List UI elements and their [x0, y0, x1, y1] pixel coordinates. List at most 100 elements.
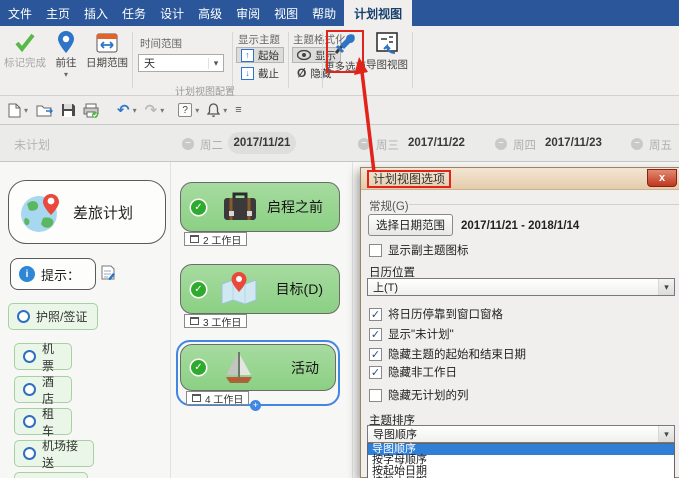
tab-plan-view[interactable]: 计划视图	[344, 0, 413, 26]
subtopic-airport-transfer[interactable]: 机场接送	[14, 439, 94, 470]
checkbox-row[interactable]: 显示"未计划"	[369, 326, 454, 342]
ribbon-separator	[132, 32, 133, 88]
subtopic-label: 机票	[42, 341, 55, 373]
subtopic-partial[interactable]	[14, 472, 88, 478]
add-topic-handle[interactable]: +	[250, 400, 261, 411]
collapse-day-button[interactable]: −	[631, 138, 643, 150]
subtopic-label: 护照/签证	[36, 310, 88, 324]
menu-review[interactable]: 审阅	[230, 0, 266, 26]
mark-done-button[interactable]: 标记完成	[2, 31, 48, 70]
notes-attachment-icon[interactable]	[101, 265, 115, 280]
card-destination[interactable]: ✓ 目标(D)	[180, 264, 340, 314]
caret-down-icon: ▾	[223, 105, 228, 115]
map-view-button[interactable]: 导图视图	[366, 31, 408, 72]
sort-options-list: 导图顺序 按字母顺序 按起始日期 按截止日期	[367, 443, 675, 478]
print-button[interactable]	[83, 103, 99, 118]
progress-ring-icon	[23, 350, 36, 363]
checkbox-label: 显示副主题图标	[388, 245, 469, 257]
menu-design[interactable]: 设计	[154, 0, 190, 26]
undo-button[interactable]: ↶ ▾	[117, 101, 137, 119]
info-icon: i	[19, 266, 35, 282]
checkbox[interactable]	[369, 307, 382, 321]
menu-help[interactable]: 帮助	[306, 0, 342, 26]
select-date-range-button[interactable]: 选择日期范围	[368, 214, 453, 236]
start-arrow-icon: ↑	[241, 48, 254, 62]
notifications-button[interactable]: ▾	[207, 103, 227, 117]
menu-advanced[interactable]: 高级	[192, 0, 228, 26]
pin-icon	[58, 31, 74, 53]
date-label[interactable]: 2017/11/22	[408, 137, 465, 149]
collapse-day-button[interactable]: −	[495, 138, 507, 150]
redo-icon: ↷	[144, 102, 158, 119]
duration-label: 3 工作日	[203, 317, 242, 329]
checkbox-label: 隐藏无计划的列	[388, 390, 469, 402]
date-label[interactable]: 2017/11/23	[545, 137, 602, 149]
plan-view-options-dialog: 计划视图选项 x 常规(G) 选择日期范围 2017/11/21 - 2018/…	[360, 167, 679, 478]
date-pill-selected[interactable]: 2017/11/21	[228, 132, 296, 154]
menu-insert[interactable]: 插入	[78, 0, 114, 26]
checkbox[interactable]	[369, 347, 382, 361]
map-view-icon	[376, 32, 398, 54]
annotation-box-more-options	[326, 30, 364, 73]
day-label: 周二	[200, 140, 223, 152]
collapse-day-button[interactable]: −	[182, 138, 194, 150]
save-button[interactable]	[61, 103, 76, 117]
menu-task[interactable]: 任务	[116, 0, 152, 26]
checkbox[interactable]	[369, 327, 382, 341]
subtopic-passport[interactable]: 护照/签证	[8, 303, 98, 330]
central-topic-label: 差旅计划	[73, 204, 134, 222]
checkbox-row[interactable]: 隐藏无计划的列	[369, 387, 469, 403]
topic-sort-select[interactable]: 导图顺序 ▾	[367, 425, 675, 443]
menu-file[interactable]: 文件	[2, 0, 38, 26]
briefcase-icon	[224, 192, 256, 220]
start-toggle-button[interactable]: ↑ 起始	[236, 47, 284, 63]
checkbox[interactable]	[369, 365, 382, 379]
time-range-select[interactable]: 天 ▾	[138, 54, 224, 72]
duration-tag: 3 工作日	[184, 314, 248, 329]
caret-down-icon: ▾	[195, 105, 200, 115]
close-button[interactable]: x	[647, 169, 677, 187]
checkbox-row[interactable]: 隐藏主题的起始和结束日期	[369, 346, 526, 362]
hide-icon: Ø	[297, 66, 307, 80]
goto-button[interactable]: 前往 ▾	[48, 31, 84, 79]
help-button[interactable]: ? ▾	[178, 103, 199, 117]
checkbox-row[interactable]: 将日历停靠到窗口窗格	[369, 306, 503, 322]
note-topic[interactable]: i 提示：	[10, 258, 96, 290]
checkbox[interactable]	[369, 243, 382, 257]
card-activities[interactable]: ✓ 活动	[180, 344, 336, 391]
start-label: 起始	[258, 49, 279, 62]
end-toggle-button[interactable]: ↓ 截止	[236, 65, 284, 81]
checkbox-row[interactable]: 显示副主题图标	[369, 242, 469, 258]
mark-done-label: 标记完成	[4, 57, 46, 69]
done-check-icon: ✓	[191, 281, 206, 297]
end-arrow-icon: ↓	[241, 66, 254, 80]
checkbox[interactable]	[369, 388, 382, 402]
menu-view[interactable]: 视图	[268, 0, 304, 26]
checkbox-row[interactable]: 隐藏非工作日	[369, 364, 457, 380]
date-range-label: 日期范围	[86, 57, 128, 69]
open-file-button[interactable]	[36, 103, 54, 117]
caret-down-icon: ▾	[160, 105, 165, 115]
progress-ring-icon	[23, 447, 36, 460]
central-topic[interactable]: 差旅计划	[8, 180, 166, 244]
subtopic-car-rental[interactable]: 租车	[14, 407, 72, 438]
undo-icon: ↶	[117, 102, 130, 119]
open-folder-icon	[36, 105, 54, 117]
menu-home[interactable]: 主页	[40, 0, 76, 26]
subtopic-hotel[interactable]: 酒店	[14, 375, 72, 406]
subtopic-label: 酒店	[42, 374, 55, 406]
caret-down-icon: ▾	[658, 426, 674, 442]
dialog-title-bar[interactable]: 计划视图选项 x	[361, 168, 679, 190]
card-before-departure[interactable]: ✓ 启程之前	[180, 182, 340, 232]
calendar-range-icon	[96, 33, 118, 53]
subtopic-flight[interactable]: 机票	[14, 342, 72, 373]
calendar-position-select[interactable]: 上(T) ▾	[367, 278, 675, 296]
date-range-button[interactable]: 日期范围	[84, 31, 130, 70]
checkbox-label: 显示"未计划"	[388, 329, 454, 341]
toolbar-more-button[interactable]: ≡	[235, 104, 241, 116]
redo-button[interactable]: ↷ ▾	[145, 101, 165, 119]
general-section-label: 常规(G)	[369, 201, 409, 213]
collapse-day-button[interactable]: −	[358, 138, 370, 150]
new-document-button[interactable]: ▾	[8, 103, 28, 118]
ribbon-separator	[322, 32, 323, 88]
